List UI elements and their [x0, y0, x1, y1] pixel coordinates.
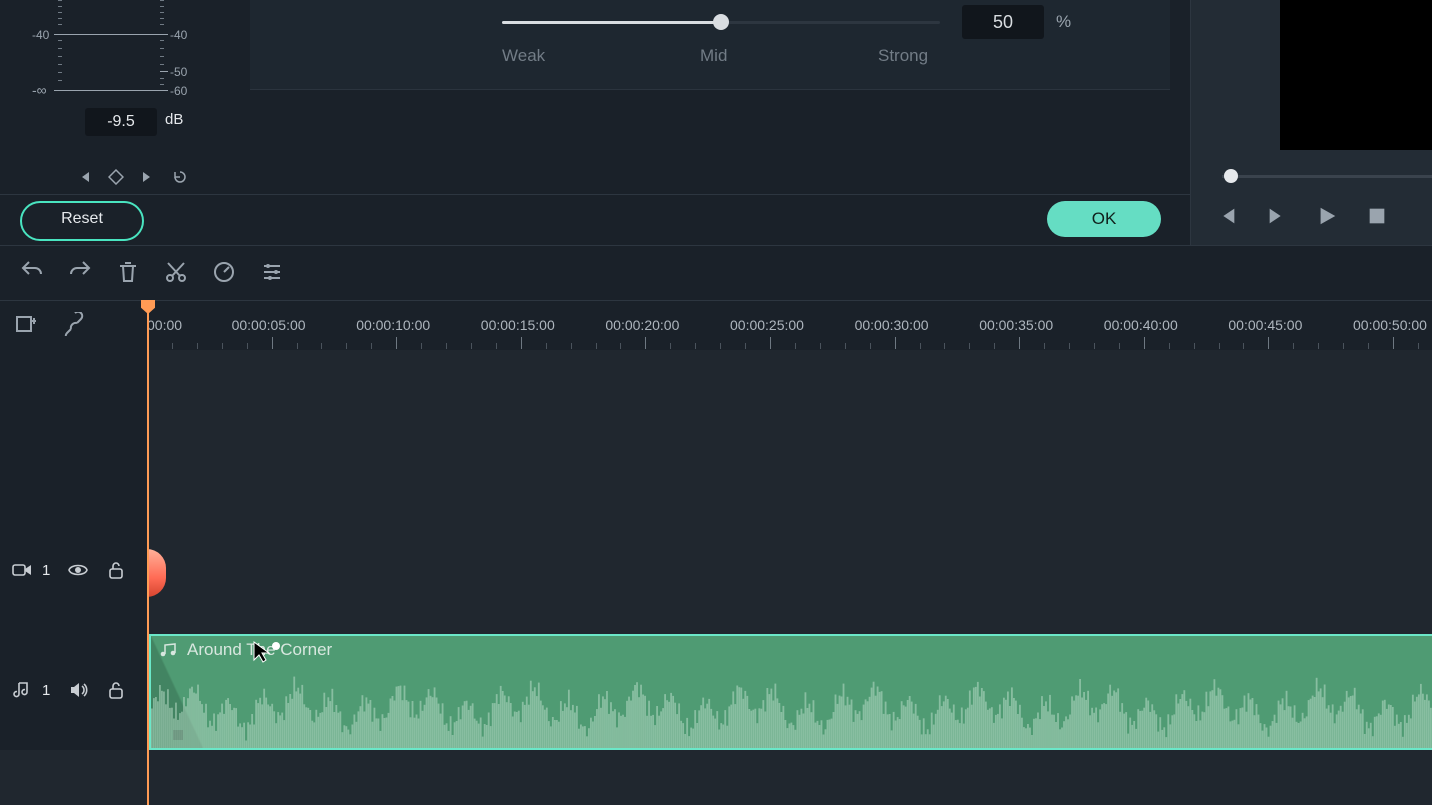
video-track-row: 1	[0, 512, 1432, 632]
audio-clip-header: Around The Corner	[159, 640, 332, 660]
db-unit-label: dB	[165, 111, 183, 128]
bottom-track-area[interactable]	[0, 750, 1432, 805]
add-keyframe-icon[interactable]	[108, 169, 124, 185]
ruler-tools	[14, 312, 86, 336]
music-track-icon	[12, 680, 32, 700]
preview-seek-knob[interactable]	[1224, 169, 1238, 183]
ok-button[interactable]: OK	[1047, 201, 1161, 237]
strength-slider-fill	[502, 21, 720, 24]
audio-clip-title: Around The Corner	[187, 640, 332, 660]
delete-icon[interactable]	[116, 260, 140, 284]
keyframe-nav	[76, 165, 206, 189]
strength-value-input[interactable]: 50	[962, 5, 1044, 39]
step-back-icon[interactable]	[1216, 205, 1238, 227]
preview-viewport	[1280, 0, 1432, 150]
playhead[interactable]	[147, 300, 149, 805]
lock-icon[interactable]	[106, 680, 126, 700]
ruler-time-label: 00:00	[147, 317, 182, 333]
prev-keyframe-icon[interactable]	[76, 169, 92, 185]
ruler-time-label: 00:00:15:00	[481, 317, 555, 333]
link-icon[interactable]	[62, 312, 86, 336]
ruler-time-label: 00:00:50:00	[1353, 317, 1427, 333]
play-icon[interactable]	[1316, 205, 1338, 227]
meter-tick-label: -50	[170, 65, 187, 79]
meter-tick-label: -40	[170, 28, 187, 42]
ruler-time-label: 00:00:35:00	[979, 317, 1053, 333]
adjust-icon[interactable]	[260, 260, 284, 284]
strength-unit-label: %	[1056, 12, 1071, 32]
ruler-time-label: 00:00:05:00	[232, 317, 306, 333]
audio-track-number: 1	[42, 682, 50, 699]
speaker-icon[interactable]	[68, 680, 88, 700]
cut-icon[interactable]	[164, 260, 188, 284]
strength-panel: Weak Mid Strong 50 %	[250, 0, 1170, 90]
db-value-input[interactable]: -9.5	[85, 108, 157, 136]
next-keyframe-icon[interactable]	[140, 169, 156, 185]
strength-slider[interactable]	[502, 21, 940, 24]
speed-icon[interactable]	[212, 260, 236, 284]
strength-label-weak: Weak	[502, 46, 545, 66]
strength-label-mid: Mid	[700, 46, 727, 66]
preview-seek-slider[interactable]	[1222, 175, 1432, 178]
audio-track-header: 1	[12, 680, 126, 700]
reset-button[interactable]: Reset	[20, 201, 144, 241]
video-track-lane[interactable]	[147, 512, 1432, 632]
edit-toolbar	[20, 260, 284, 284]
waveform	[151, 653, 1432, 748]
ruler-time-label: 00:00:25:00	[730, 317, 804, 333]
cursor-keyframe-dot	[272, 642, 280, 650]
ruler-time-label: 00:00:30:00	[855, 317, 929, 333]
ruler-time-label: 00:00:10:00	[356, 317, 430, 333]
timeline-ruler[interactable]: 00:00 00:00:05:00 00:00:10:00 00:00:15:00 00…	[147, 314, 1432, 349]
lock-icon[interactable]	[106, 560, 126, 580]
undo-icon[interactable]	[20, 260, 44, 284]
video-track-header: 1	[12, 560, 126, 580]
video-track-icon	[12, 560, 32, 580]
audio-clip[interactable]: Around The Corner	[149, 634, 1432, 750]
meter-tick-label: -40	[32, 28, 58, 42]
video-track-number: 1	[42, 562, 50, 579]
redo-icon[interactable]	[68, 260, 92, 284]
eye-icon[interactable]	[68, 560, 88, 580]
strength-slider-knob[interactable]	[713, 14, 729, 30]
ruler-time-label: 00:00:40:00	[1104, 317, 1178, 333]
meter-tick-label: -60	[170, 84, 187, 98]
reset-keyframe-icon[interactable]	[172, 169, 188, 185]
transport-controls	[1216, 205, 1388, 227]
empty-track-area[interactable]	[147, 350, 1432, 512]
playhead-handle[interactable]	[141, 300, 155, 314]
music-note-icon	[159, 643, 179, 657]
strength-label-strong: Strong	[878, 46, 928, 66]
stop-icon[interactable]	[1366, 205, 1388, 227]
ruler-time-label: 00:00:20:00	[605, 317, 679, 333]
add-marker-icon[interactable]	[14, 312, 38, 336]
step-forward-icon[interactable]	[1266, 205, 1288, 227]
ruler-time-label: 00:00:45:00	[1228, 317, 1302, 333]
